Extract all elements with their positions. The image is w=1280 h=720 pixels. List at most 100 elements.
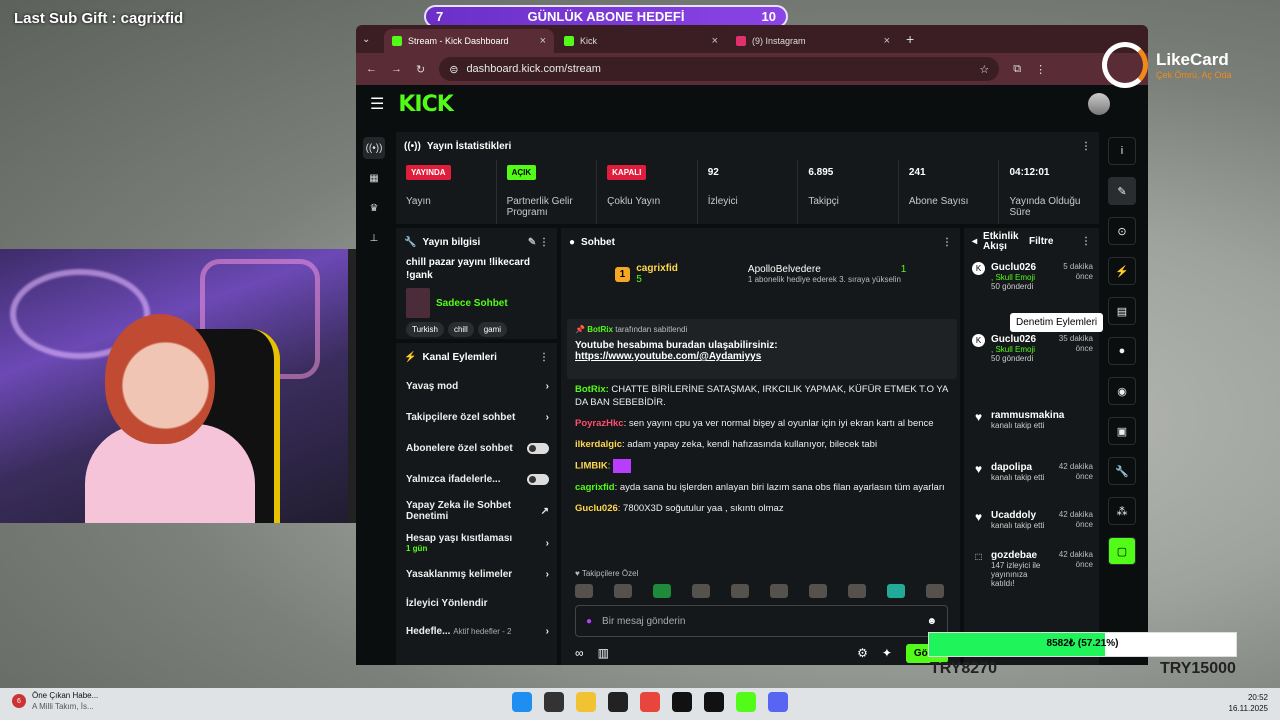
close-icon[interactable]: ×	[884, 35, 890, 47]
tab-kick[interactable]: Kick ×	[556, 29, 726, 53]
discord-icon[interactable]	[768, 692, 788, 712]
action-goals[interactable]: Hedefle... Aktif hedefler - 2 ›	[396, 616, 557, 647]
more-icon[interactable]: ⋮	[539, 352, 549, 363]
event-user[interactable]: rammusmakina	[991, 410, 1064, 421]
emote-icon[interactable]	[653, 584, 671, 598]
task-view-icon[interactable]	[544, 692, 564, 712]
news-widget[interactable]: 6 Öne Çıkan Habe... A Milli Takım, İs...	[12, 690, 98, 712]
lightning-icon[interactable]: ⚡	[1108, 257, 1136, 285]
obs-icon[interactable]	[608, 692, 628, 712]
pinned-link[interactable]: https://www.youtube.com/@Aydamiyys	[575, 351, 949, 362]
pinned-user[interactable]: BotRix	[587, 325, 613, 334]
new-tab-button[interactable]: +	[906, 31, 914, 47]
forward-icon[interactable]: →	[391, 63, 402, 75]
microphone-icon[interactable]: ●	[586, 616, 592, 627]
bookmark-star-icon[interactable]: ☆	[979, 63, 989, 76]
tag[interactable]: chill	[447, 322, 474, 337]
tab-kick-dashboard[interactable]: Stream - Kick Dashboard ×	[384, 29, 554, 53]
category[interactable]: Sadece Sohbet	[396, 282, 557, 318]
menu-icon[interactable]: ⋮	[1035, 63, 1046, 76]
tab-instagram[interactable]: (9) Instagram ×	[728, 29, 898, 53]
more-icon[interactable]: ⋮	[942, 237, 952, 248]
hamburger-menu-icon[interactable]: ☰	[370, 94, 384, 114]
app-icon[interactable]	[672, 692, 692, 712]
file-explorer-icon[interactable]	[576, 692, 596, 712]
event-user[interactable]: Ucaddoly	[991, 510, 1044, 521]
emote-icon[interactable]	[731, 584, 749, 598]
store-icon[interactable]: ▥	[598, 646, 609, 660]
reload-icon[interactable]: ↻	[416, 63, 425, 76]
settings-icon[interactable]: ⚙	[857, 646, 868, 660]
target-icon[interactable]: ⊙	[1108, 217, 1136, 245]
action-followers-only[interactable]: Takipçilere özel sohbet ›	[396, 402, 557, 433]
action-raid[interactable]: İzleyici Yönlendir	[396, 590, 557, 616]
wrench-icon[interactable]: 🔧	[1108, 457, 1136, 485]
event-user[interactable]: Guclu026	[991, 262, 1036, 273]
extensions-icon[interactable]: ⧉	[1013, 63, 1021, 76]
action-account-age[interactable]: Hesap yaşı kısıtlaması 1 gün ›	[396, 527, 557, 559]
document-icon[interactable]: ▤	[1108, 297, 1136, 325]
action-ai-moderation[interactable]: Yapay Zeka ile Sohbet Denetimi ↗	[396, 495, 557, 527]
chrome-icon[interactable]	[640, 692, 660, 712]
calendar-icon[interactable]: ▦	[363, 167, 385, 189]
share-icon[interactable]: ⁂	[1108, 497, 1136, 525]
emote-icon[interactable]	[770, 584, 788, 598]
emote-icon[interactable]	[887, 584, 905, 598]
event-user[interactable]: gozdebae	[991, 550, 1051, 561]
infinity-icon[interactable]: ∞	[575, 646, 584, 660]
tag[interactable]: gami	[477, 322, 508, 337]
emote-icon[interactable]	[614, 584, 632, 598]
leader-name[interactable]: cagrixfid	[636, 263, 678, 274]
app-icon[interactable]: ▢	[1108, 537, 1136, 565]
kick-logo[interactable]: KICK	[398, 92, 453, 117]
toggle[interactable]	[527, 474, 549, 485]
emote-icon[interactable]	[809, 584, 827, 598]
chat-user[interactable]: BotRix:	[575, 384, 609, 395]
emoji-icon[interactable]: ☻	[926, 616, 937, 627]
edit-icon[interactable]: ✎ ⋮	[528, 237, 549, 248]
close-icon[interactable]: ×	[540, 35, 546, 47]
emote-icon[interactable]	[926, 584, 944, 598]
action-slow-mode[interactable]: Yavaş mod ›	[396, 371, 557, 402]
moderation-icon[interactable]: ⊥	[363, 227, 385, 249]
gifter-name[interactable]: ApolloBelvedere	[748, 264, 821, 275]
chat-user[interactable]: ilkerdalgic	[575, 439, 622, 450]
chat-user[interactable]: cagrixfid	[575, 482, 615, 493]
action-emotes-only[interactable]: Yalnızca ifadelerle...	[396, 464, 557, 495]
chat-user[interactable]: Guclu026	[575, 503, 618, 514]
gift-icon[interactable]: ✦	[882, 646, 892, 660]
event-user[interactable]: Guclu026	[991, 334, 1036, 345]
chat-user[interactable]: PoyrazHkc	[575, 418, 624, 429]
edit-icon[interactable]: ✎	[1108, 177, 1136, 205]
tab-list-icon[interactable]: ⌄	[362, 34, 382, 45]
broadcast-icon[interactable]: ◉	[1108, 377, 1136, 405]
tag[interactable]: Turkish	[406, 322, 444, 337]
emote-icon[interactable]	[575, 584, 593, 598]
system-clock[interactable]: 20:52 16.11.2025	[1229, 692, 1268, 714]
toggle[interactable]	[527, 443, 549, 454]
event-user[interactable]: dapolipa	[991, 462, 1044, 473]
action-subs-only[interactable]: Abonelere özel sohbet	[396, 433, 557, 464]
action-banned-words[interactable]: Yasaklanmış kelimeler ›	[396, 559, 557, 590]
url-input[interactable]: ⊜ dashboard.kick.com/stream ☆	[439, 57, 1000, 81]
stat-value: 6.895	[808, 166, 834, 178]
back-icon[interactable]: ←	[366, 63, 377, 75]
info-icon[interactable]: i	[1108, 137, 1136, 165]
windows-start-icon[interactable]	[512, 692, 532, 712]
emote-icon[interactable]	[692, 584, 710, 598]
more-icon[interactable]: ⋮	[1081, 141, 1091, 152]
more-icon[interactable]: ⋮	[1081, 237, 1091, 247]
chat-input[interactable]: ● Bir mesaj gönderin ☻	[575, 605, 948, 637]
user-avatar[interactable]	[1088, 93, 1110, 115]
chat-bubble-icon[interactable]: ●	[1108, 337, 1136, 365]
app-icon[interactable]	[704, 692, 724, 712]
filter-button[interactable]: Filtre	[1029, 237, 1053, 247]
layout-icon[interactable]: ▣	[1108, 417, 1136, 445]
site-info-icon[interactable]: ⊜	[449, 63, 458, 76]
chat-user[interactable]: LIMBIK	[575, 461, 608, 472]
close-icon[interactable]: ×	[712, 35, 718, 47]
kick-app-icon[interactable]	[736, 692, 756, 712]
broadcast-icon[interactable]: ((•))	[363, 137, 385, 159]
emote-icon[interactable]	[848, 584, 866, 598]
trophy-icon[interactable]: ♛	[363, 197, 385, 219]
